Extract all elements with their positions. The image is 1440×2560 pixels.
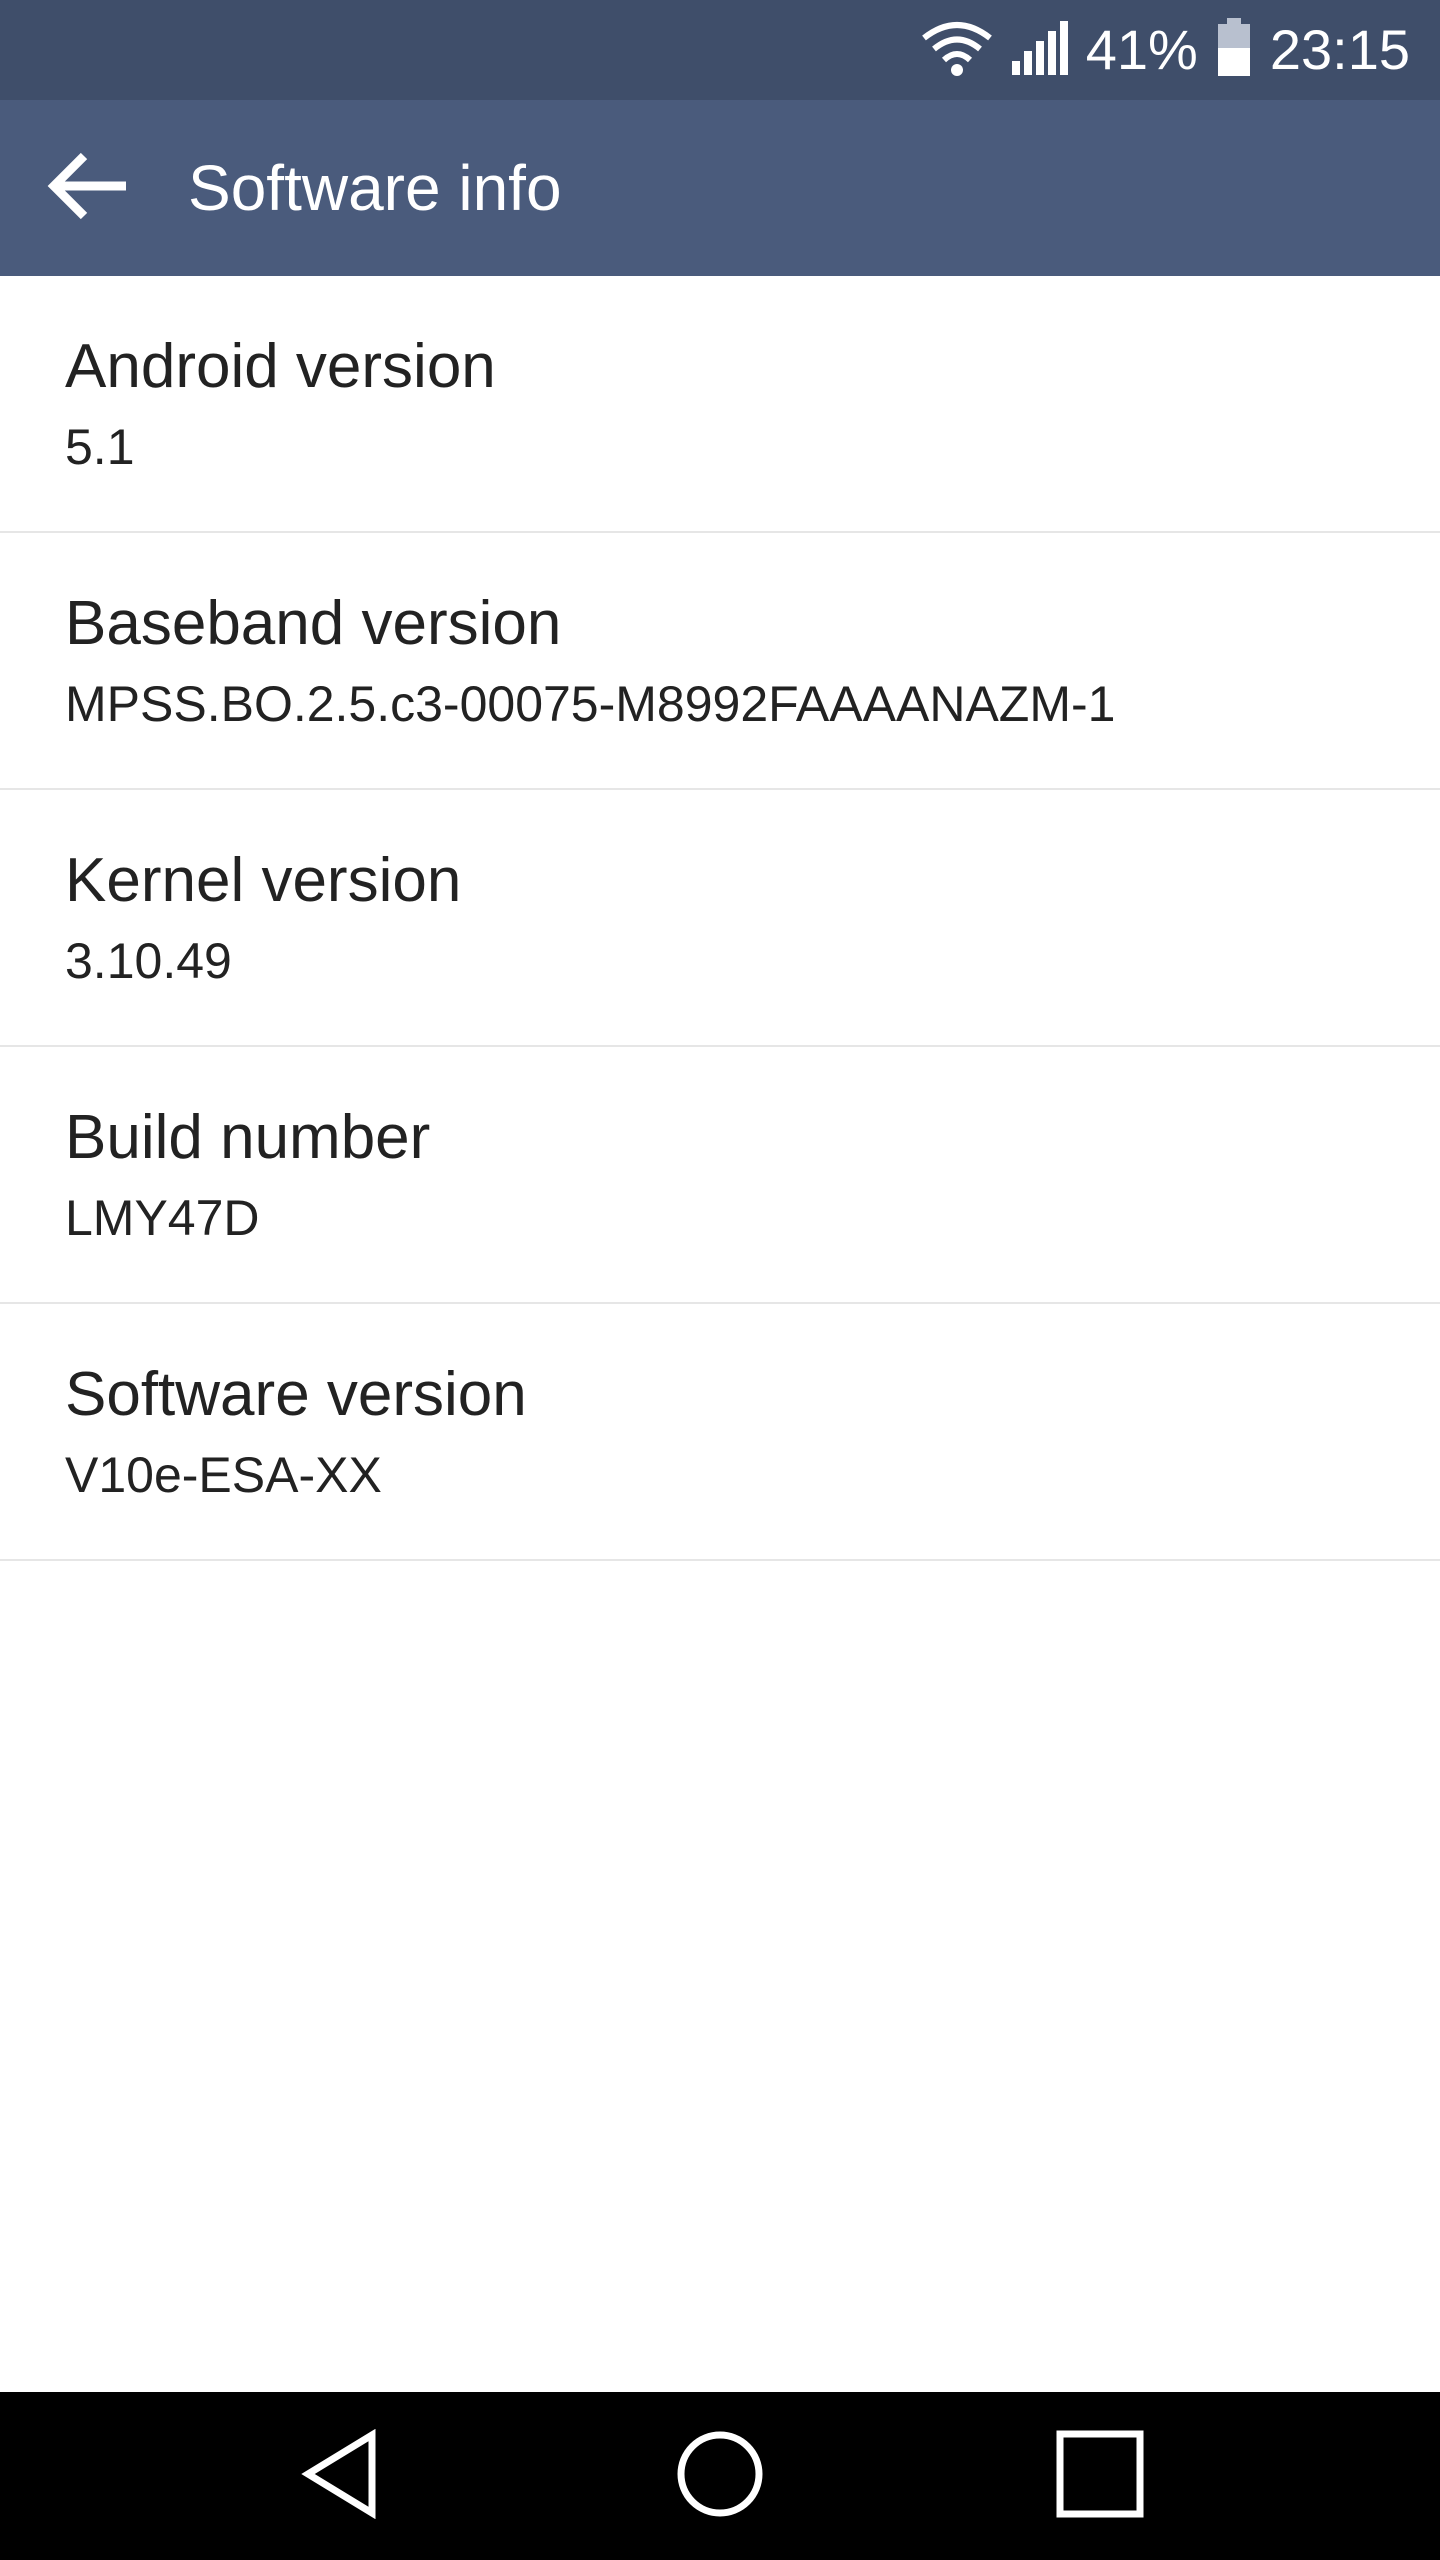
list-item-build-number[interactable]: Build number LMY47D [0,1047,1440,1304]
list-item-android-version[interactable]: Android version 5.1 [0,276,1440,533]
item-value: MPSS.BO.2.5.c3-00075-M8992FAAAANAZM-1 [65,676,1116,732]
list-item-baseband-version[interactable]: Baseband version MPSS.BO.2.5.c3-00075-M8… [0,533,1440,790]
software-info-list: Android version 5.1 Baseband version MPS… [0,276,1440,1561]
item-title: Build number [65,1103,431,1172]
item-value: 5.1 [65,419,135,475]
nav-back-button[interactable] [240,2392,440,2560]
battery-icon [1216,17,1252,83]
item-value: LMY47D [65,1190,260,1246]
item-value: 3.10.49 [65,933,232,989]
home-circle-icon [675,2429,765,2524]
arrow-left-icon [46,151,130,226]
list-item-kernel-version[interactable]: Kernel version 3.10.49 [0,790,1440,1047]
wifi-icon [921,20,992,81]
item-value: V10e-ESA-XX [65,1447,382,1503]
item-title: Baseband version [65,589,562,658]
app-bar: Software info [0,100,1440,276]
cell-signal-icon [1010,19,1068,82]
recents-square-icon [1055,2429,1145,2524]
back-triangle-icon [300,2428,380,2524]
battery-percent: 41% [1085,18,1198,81]
nav-recents-button[interactable] [1000,2392,1200,2560]
item-title: Software version [65,1360,527,1429]
item-title: Kernel version [65,846,462,915]
status-bar: 41% 23:15 [0,0,1440,100]
page-title: Software info [188,152,562,224]
list-item-software-version[interactable]: Software version V10e-ESA-XX [0,1304,1440,1561]
back-button[interactable] [30,140,146,236]
clock: 23:15 [1269,18,1410,81]
item-title: Android version [65,332,496,401]
nav-home-button[interactable] [620,2392,820,2560]
navigation-bar [0,2392,1440,2560]
status-icons: 41% 23:15 [921,0,1410,100]
